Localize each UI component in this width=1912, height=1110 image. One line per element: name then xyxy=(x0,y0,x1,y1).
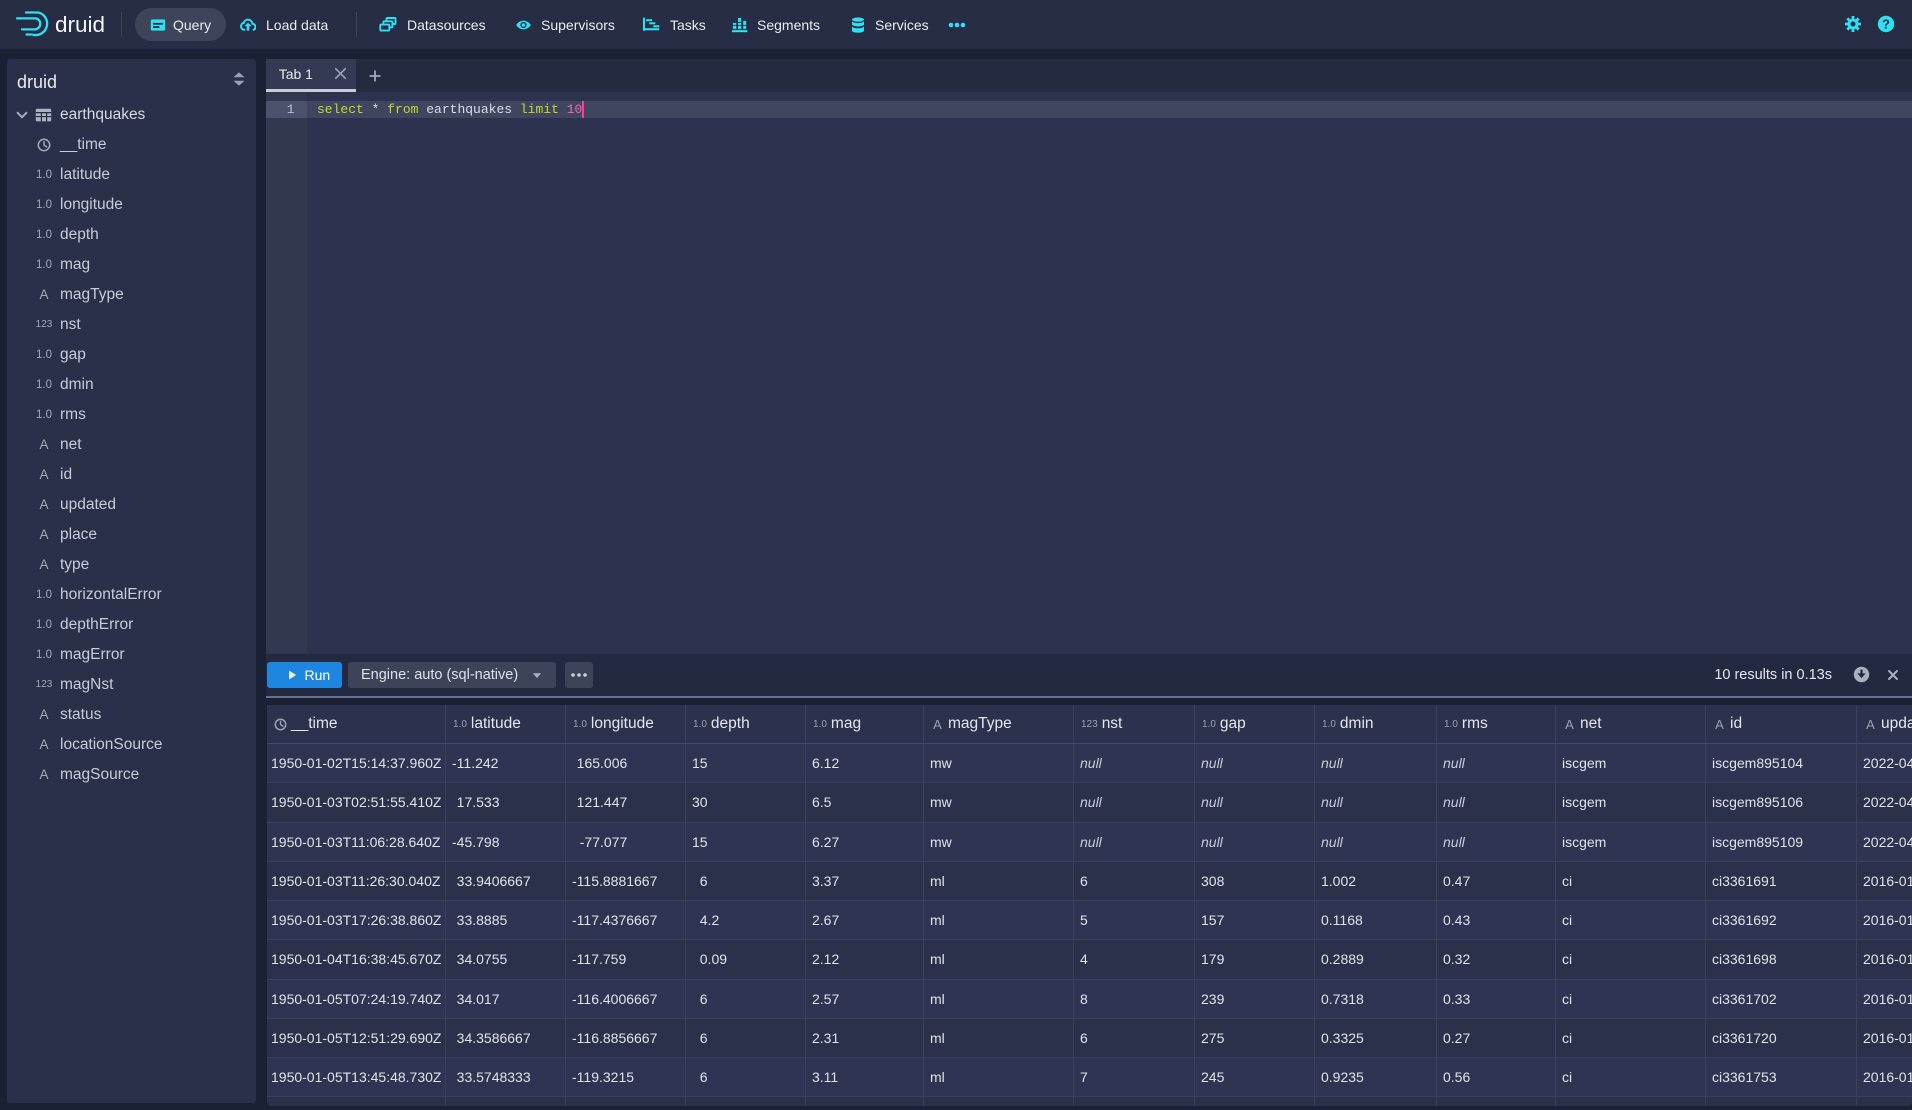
svg-text:?: ? xyxy=(1882,16,1890,31)
